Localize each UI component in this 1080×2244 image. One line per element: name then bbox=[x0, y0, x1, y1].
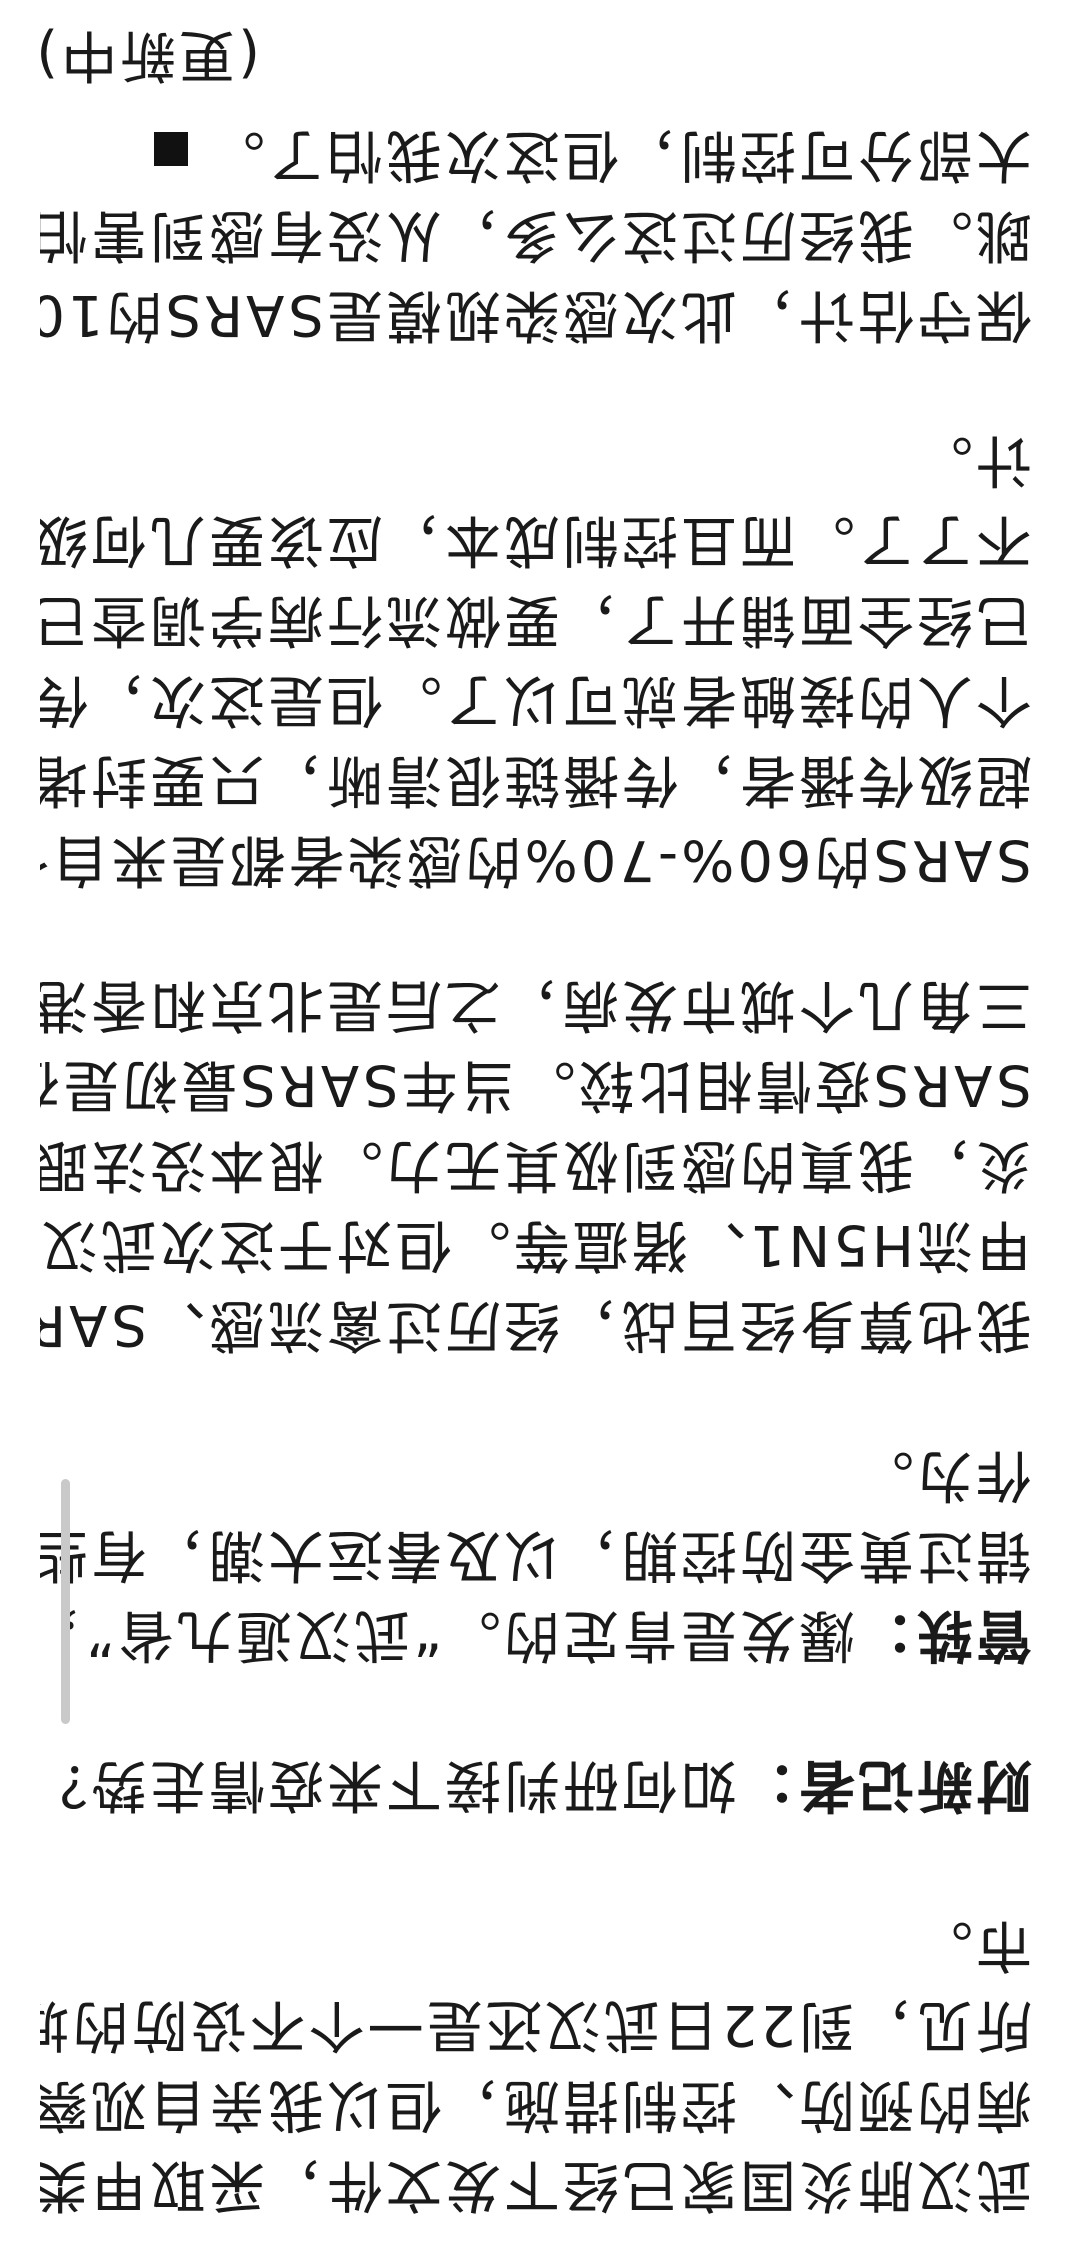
paragraph-line: 炎，我真的感到极其无力。根本没法跟 bbox=[40, 1132, 1032, 1197]
reporter-label: 财新记者： bbox=[737, 1752, 1032, 1817]
paragraph-line: SARS的60%-70%的感染者都是来自个别 bbox=[40, 827, 1032, 892]
paragraph-line: 超级传播者，传播链很清晰，只要封堵那几 bbox=[40, 747, 1032, 812]
paragraph-line: 错过黄金防控期，以及春运大潮，有些人不 bbox=[40, 1522, 1032, 1587]
paragraph-line: 计。 bbox=[914, 427, 1032, 492]
paragraph-line: 作为。 bbox=[855, 1442, 1032, 1507]
paragraph-line: 三角几个城市发病，之后是北京和香港。 bbox=[40, 972, 1032, 1037]
paragraph-line: 我也算身经百战，经历过禽流感、SARS、 bbox=[40, 1292, 1032, 1357]
paragraph-line: 跳。我经历过这么多，从没有感到害怕过， bbox=[40, 202, 1032, 267]
answer-text: 爆发是肯定的。“武汉遁九省”，加之 bbox=[40, 1602, 855, 1667]
scrollbar[interactable] bbox=[61, 1479, 70, 1724]
paragraph-line: 保守估计，此次感染规模是SARS的10倍起 bbox=[40, 282, 1032, 347]
update-status: (更新中) bbox=[40, 22, 260, 87]
end-square-icon bbox=[154, 132, 188, 166]
answer-line: 管轶：爆发是肯定的。“武汉遁九省”，加之 bbox=[40, 1594, 1032, 1674]
paragraph-line: 不了了。而且控制成本，应该要几何级数字 bbox=[40, 507, 1032, 572]
speaker-label: 管轶： bbox=[855, 1602, 1032, 1667]
paragraph-line: 市。 bbox=[914, 1912, 1032, 1977]
paragraph-line: 病的预防、控制措施，但以我亲自观察调研 bbox=[40, 2072, 1032, 2137]
paragraph-line: 武汉肺炎国家已经下发文件，采取甲类传染 bbox=[40, 2152, 1032, 2217]
paragraph-text: 大部分可控制，但这次我怕了。 bbox=[206, 122, 1032, 187]
paragraph-line: 所见，到22日武汉还是一个不设防的城 bbox=[40, 1992, 1032, 2057]
paragraph-line: 大部分可控制，但这次我怕了。 bbox=[40, 114, 1032, 194]
article-page: 武汉肺炎国家已经下发文件，采取甲类传染 病的预防、控制措施，但以我亲自观察调研 … bbox=[0, 0, 1080, 2244]
paragraph-line: 个人的接触者就可以了。但是这次，传播源 bbox=[40, 667, 1032, 732]
paragraph-line: 已经全面铺开了，要做流行病学调查已经做 bbox=[40, 587, 1032, 652]
question-line: 财新记者：如何研判接下来疫情走势？ bbox=[40, 1744, 1032, 1824]
question-text: 如何研判接下来疫情走势？ bbox=[40, 1752, 737, 1817]
paragraph-line: 甲流H5N1、猪瘟等。但对于这次武汉肺 bbox=[40, 1212, 1032, 1277]
paragraph-line: SARS疫情相比较。当年SARS最初是在珠 bbox=[40, 1052, 1032, 1117]
